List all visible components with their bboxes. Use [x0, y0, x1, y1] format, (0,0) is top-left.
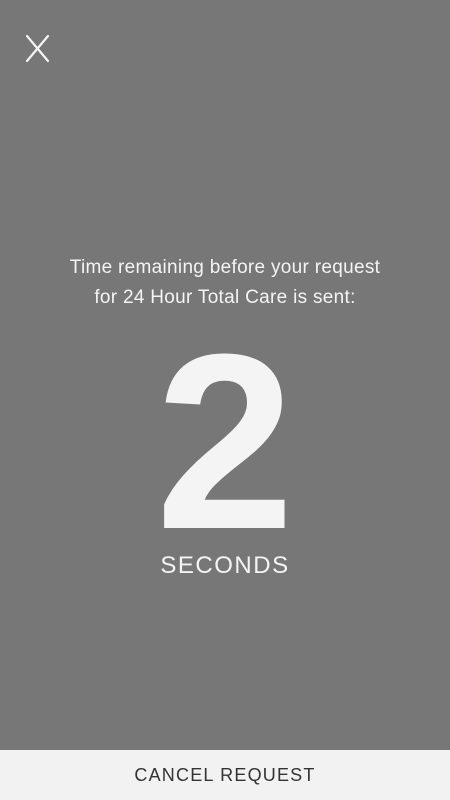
countdown-number: 2 [155, 302, 295, 581]
countdown-message-line-1: Time remaining before your request [69, 257, 381, 278]
cancel-request-button[interactable]: CANCEL REQUEST [0, 750, 450, 800]
countdown-unit-label: SECONDS [160, 552, 290, 579]
countdown-screen: Time remaining before your request for 2… [0, 0, 450, 800]
close-icon [25, 34, 50, 63]
close-button[interactable] [18, 26, 58, 70]
cancel-request-label: CANCEL REQUEST [134, 764, 316, 785]
